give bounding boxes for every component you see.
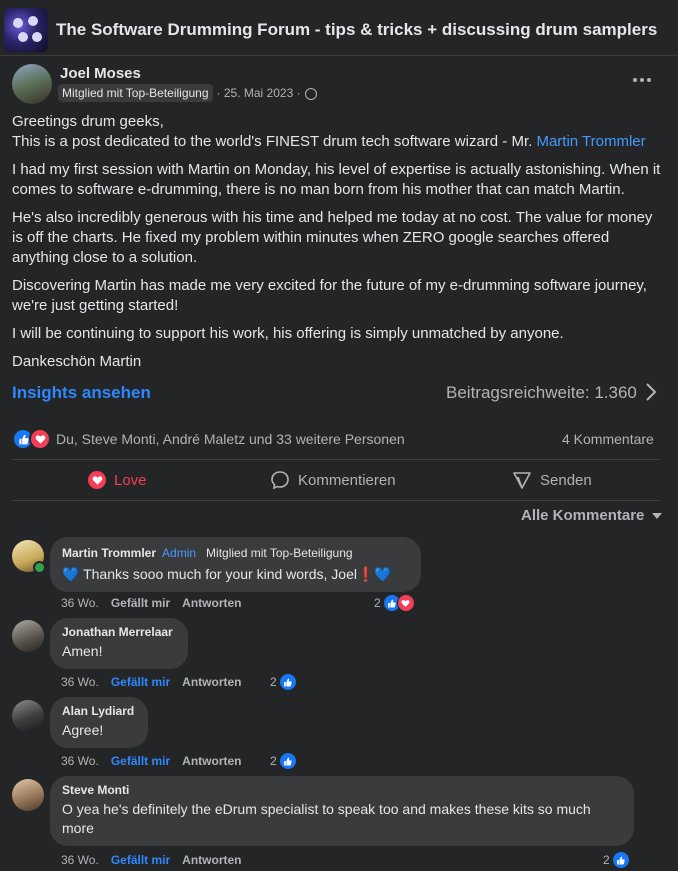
comment-reply-button[interactable]: Antworten: [182, 596, 241, 610]
comments-count[interactable]: 4 Kommentare: [562, 431, 654, 447]
send-icon: [513, 472, 531, 489]
comment-bubble: Jonathan Merrelaar Amen!: [50, 618, 188, 669]
author-avatar[interactable]: [12, 64, 52, 104]
post-paragraph: He's also incredibly generous with his t…: [12, 209, 653, 266]
comment-time[interactable]: 36 Wo.: [61, 853, 99, 867]
comment-text: Agree!: [62, 722, 104, 738]
comment-author[interactable]: Alan Lydiard: [62, 704, 136, 718]
post-paragraph: I will be continuing to support his work…: [12, 325, 564, 342]
comment-like-button[interactable]: Gefällt mir: [111, 596, 170, 610]
reaction-count: 2: [603, 853, 610, 867]
author-name[interactable]: Joel Moses: [60, 65, 141, 82]
comment-avatar[interactable]: [12, 620, 44, 652]
group-title[interactable]: The Software Drumming Forum - tips & tri…: [56, 20, 657, 40]
comment-time[interactable]: 36 Wo.: [61, 596, 99, 610]
love-icon: [396, 594, 415, 612]
comment-reactions[interactable]: 2: [270, 673, 297, 691]
post-paragraph: I had my first session with Martin on Mo…: [12, 161, 661, 198]
comment-bubble: Alan Lydiard Agree!: [50, 697, 148, 748]
post-intro: This is a post dedicated to the world's …: [12, 133, 537, 150]
comment-actions: 36 Wo. Gefällt mir Antworten: [61, 596, 242, 610]
comment-actions: 36 Wo. Gefällt mir Antworten: [61, 853, 242, 867]
comment-like-button[interactable]: Gefällt mir: [111, 675, 170, 689]
comment-reply-button[interactable]: Antworten: [182, 754, 241, 768]
comment-reactions[interactable]: 2: [603, 851, 630, 869]
chevron-right-icon[interactable]: [640, 381, 662, 403]
comment-bubble: Martin Trommler Admin Mitglied mit Top-B…: [50, 537, 421, 592]
comment-text: O yea he's definitely the eDrum speciali…: [62, 801, 591, 836]
like-icon: [278, 752, 297, 770]
mention-link[interactable]: Martin Trommler: [536, 133, 645, 150]
comment-author[interactable]: Jonathan Merrelaar: [62, 625, 176, 639]
reaction-icons[interactable]: [12, 428, 51, 450]
comment-author[interactable]: Martin Trommler: [62, 546, 156, 560]
divider: [12, 459, 660, 460]
comment-button[interactable]: Kommentieren: [270, 468, 396, 492]
comment-actions: 36 Wo. Gefällt mir Antworten: [61, 754, 242, 768]
post-date[interactable]: · 25. Mai 2023 ·: [217, 86, 301, 100]
comment-time[interactable]: 36 Wo.: [61, 754, 99, 768]
post-paragraph: Dankeschön Martin: [12, 353, 142, 370]
send-label: Senden: [540, 471, 592, 489]
online-indicator: [33, 561, 46, 574]
comment-filter-label: Alle Kommentare: [521, 507, 645, 524]
comment-filter-dropdown[interactable]: Alle Kommentare: [521, 507, 663, 524]
love-label: Love: [114, 471, 147, 489]
comment-like-button[interactable]: Gefällt mir: [111, 754, 170, 768]
reaction-summary[interactable]: Du, Steve Monti, André Maletz und 33 wei…: [56, 431, 405, 447]
dot-icon: [647, 78, 651, 82]
love-icon: [29, 428, 51, 450]
comment-reactions[interactable]: 2: [374, 594, 415, 612]
send-button[interactable]: Senden: [512, 468, 592, 492]
like-icon: [611, 851, 630, 869]
reaction-count: 2: [270, 675, 277, 689]
divider: [12, 500, 660, 501]
comment-header: Martin Trommler Admin Mitglied mit Top-B…: [62, 544, 409, 562]
comment-text: 💙 Thanks sooo much for your kind words, …: [62, 566, 392, 582]
comment-author[interactable]: Steve Monti: [62, 783, 622, 797]
comment-label: Kommentieren: [298, 471, 396, 489]
caret-down-icon: [652, 512, 663, 519]
post-paragraph: Discovering Martin has made me very exci…: [12, 277, 647, 314]
comment-bubble: Steve Monti O yea he's definitely the eD…: [50, 776, 634, 846]
privacy-icon: [304, 88, 317, 100]
member-badge: Mitglied mit Top-Beteiligung: [202, 544, 357, 562]
post-paragraph: Greetings drum geeks, This is a post ded…: [12, 112, 662, 152]
comment-avatar[interactable]: [12, 779, 44, 811]
member-badge: Mitglied mit Top-Beteiligung: [58, 84, 213, 102]
admin-badge: Admin: [162, 546, 197, 560]
comment-avatar[interactable]: [12, 700, 44, 732]
group-logo[interactable]: [4, 8, 48, 52]
post-meta: Mitglied mit Top-Beteiligung · 25. Mai 2…: [58, 84, 317, 102]
reaction-count: 2: [270, 754, 277, 768]
dot-icon: [640, 78, 644, 82]
post-greeting: Greetings drum geeks,: [12, 113, 164, 130]
comment-reply-button[interactable]: Antworten: [182, 853, 241, 867]
comment-time[interactable]: 36 Wo.: [61, 675, 99, 689]
comment-text: Amen!: [62, 643, 103, 659]
post-body: Greetings drum geeks, This is a post ded…: [12, 112, 662, 380]
insights-link[interactable]: Insights ansehen: [12, 383, 151, 403]
love-icon: [88, 471, 106, 489]
reaction-count: 2: [374, 596, 381, 610]
header-divider: [0, 55, 678, 56]
love-button[interactable]: Love: [88, 468, 147, 492]
post-reach: Beitragsreichweite: 1.360: [446, 383, 637, 402]
comment-reply-button[interactable]: Antworten: [182, 675, 241, 689]
like-icon: [278, 673, 297, 691]
comment-reactions[interactable]: 2: [270, 752, 297, 770]
more-options-button[interactable]: [630, 70, 654, 90]
dot-icon: [633, 78, 637, 82]
comment-like-button[interactable]: Gefällt mir: [111, 853, 170, 867]
comment-icon: [271, 471, 289, 490]
comment-actions: 36 Wo. Gefällt mir Antworten: [61, 675, 242, 689]
